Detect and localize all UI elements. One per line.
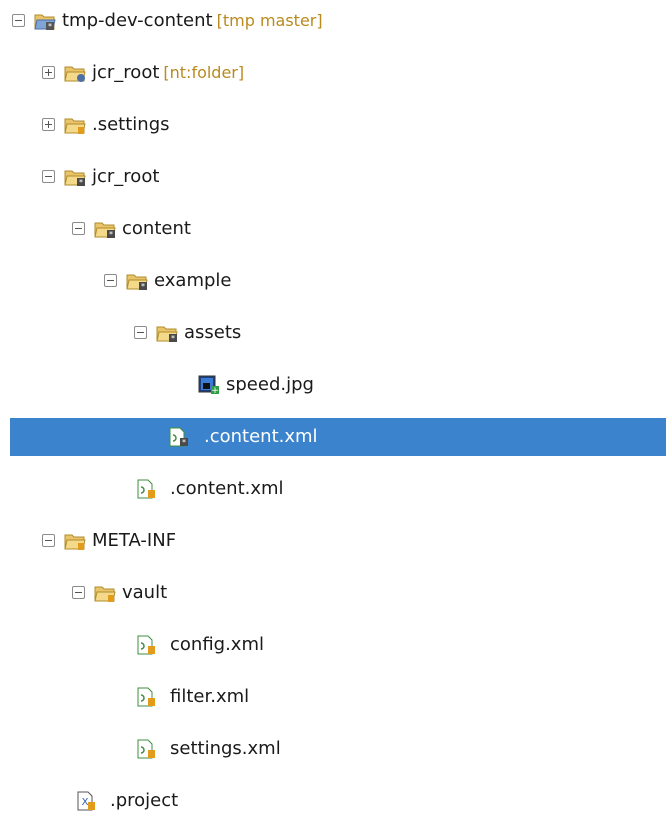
tree-item-label: .content.xml	[204, 426, 318, 447]
tree-row-settings[interactable]: .settings	[0, 106, 666, 144]
tree-item-label: .project	[110, 790, 179, 811]
xml-file-icon	[136, 739, 158, 759]
collapse-toggle[interactable]	[72, 586, 85, 599]
tree-row-content-xml-selected[interactable]: * .content.xml	[10, 418, 666, 456]
collapse-toggle[interactable]	[134, 326, 147, 339]
tree-row-filter-xml[interactable]: filter.xml	[0, 678, 666, 716]
tree-row-content-xml[interactable]: .content.xml	[0, 470, 666, 508]
tree-row-config-xml[interactable]: config.xml	[0, 626, 666, 664]
svg-text:*: *	[109, 230, 113, 239]
project-explorer-tree: * tmp-dev-content [tmp master] jcr_root [n…	[0, 0, 666, 811]
svg-text:*: *	[171, 334, 175, 343]
tree-row-speed-jpg[interactable]: + speed.jpg	[0, 366, 666, 404]
tree-row-settings-xml[interactable]: settings.xml	[0, 730, 666, 768]
tree-item-label: example	[154, 270, 232, 291]
tree-row-vault[interactable]: vault	[0, 574, 666, 612]
expand-toggle[interactable]	[42, 66, 55, 79]
folder-locked-icon	[64, 115, 86, 135]
svg-text:+: +	[211, 386, 219, 395]
folder-repo-icon	[64, 63, 86, 83]
folder-locked-icon	[64, 531, 86, 551]
tree-row-jcr-root[interactable]: * jcr_root	[0, 158, 666, 196]
tree-row-assets[interactable]: * assets	[0, 314, 666, 352]
tree-row-example[interactable]: * example	[0, 262, 666, 300]
tree-row-content[interactable]: * content	[0, 210, 666, 248]
tree-row-jcr-root-repo[interactable]: jcr_root [nt:folder]	[0, 54, 666, 92]
svg-text:*: *	[48, 22, 52, 31]
expand-toggle[interactable]	[42, 118, 55, 131]
xml-file-icon	[136, 479, 158, 499]
svg-text:*: *	[182, 438, 186, 447]
xml-file-modified-icon: *	[168, 427, 190, 447]
collapse-toggle[interactable]	[42, 534, 55, 547]
tree-row-project-file[interactable]: X .project	[0, 782, 666, 820]
xml-file-icon	[136, 687, 158, 707]
tree-item-label: settings.xml	[170, 738, 281, 759]
tree-item-label: vault	[122, 582, 168, 603]
node-type-decoration: [nt:folder]	[163, 63, 245, 82]
tree-item-label: config.xml	[170, 634, 264, 655]
tree-row-project[interactable]: * tmp-dev-content [tmp master]	[0, 2, 666, 40]
collapse-toggle[interactable]	[104, 274, 117, 287]
folder-modified-icon: *	[156, 323, 178, 343]
svg-text:*: *	[79, 178, 83, 187]
git-decoration: [tmp master]	[216, 11, 323, 30]
xml-file-icon	[136, 635, 158, 655]
folder-modified-icon: *	[94, 219, 116, 239]
tree-item-label: .content.xml	[170, 478, 284, 499]
tree-item-label: jcr_root	[92, 166, 160, 187]
folder-locked-icon	[94, 583, 116, 603]
tree-item-label: filter.xml	[170, 686, 250, 707]
tree-row-meta-inf[interactable]: META-INF	[0, 522, 666, 560]
tree-item-label: META-INF	[92, 530, 177, 551]
folder-modified-icon: *	[64, 167, 86, 187]
image-file-added-icon: +	[198, 375, 220, 395]
tree-item-label: tmp-dev-content [tmp master]	[62, 10, 323, 31]
folder-modified-icon: *	[126, 271, 148, 291]
collapse-toggle[interactable]	[42, 170, 55, 183]
svg-text:*: *	[141, 282, 145, 291]
collapse-toggle[interactable]	[72, 222, 85, 235]
tree-item-label: speed.jpg	[226, 374, 314, 395]
tree-item-label: assets	[184, 322, 242, 343]
collapse-toggle[interactable]	[12, 14, 25, 27]
project-file-icon: X	[76, 791, 98, 811]
project-folder-icon: *	[34, 11, 56, 31]
tree-item-label: .settings	[92, 114, 170, 135]
tree-item-label: content	[122, 218, 191, 239]
tree-item-label: jcr_root [nt:folder]	[92, 62, 245, 83]
